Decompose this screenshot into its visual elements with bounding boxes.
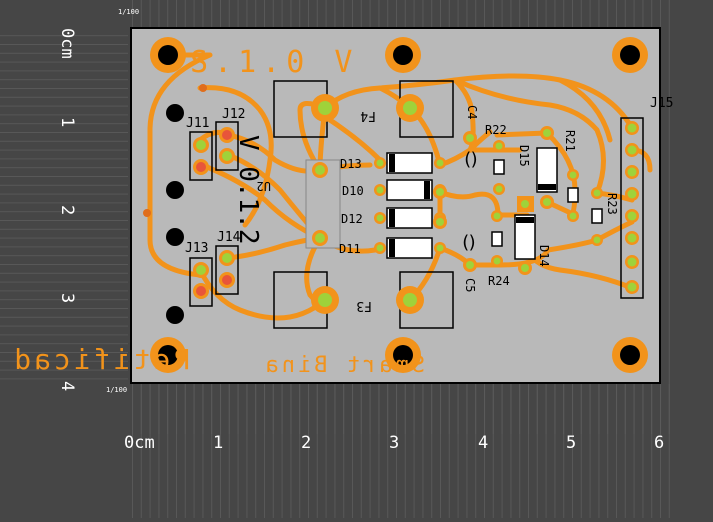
label-d15: D15 <box>517 145 531 167</box>
y-axis-unit: 0cm <box>57 28 77 59</box>
label-j11: J11 <box>186 116 209 131</box>
label-r24: R24 <box>488 274 510 288</box>
x-tick-6: 6 <box>654 433 664 453</box>
x-tick-5: 5 <box>566 433 576 453</box>
connector-j11: J11 <box>186 116 213 181</box>
label-r22: R22 <box>485 123 507 137</box>
y-tick-2: 2 <box>57 205 77 215</box>
label-u2: U2 <box>257 179 271 193</box>
svg-text:): ) <box>467 232 478 253</box>
label-j14: J14 <box>217 230 241 245</box>
label-j13: J13 <box>185 241 208 256</box>
label-d13: D13 <box>340 157 362 171</box>
label-f4: F4 <box>360 108 376 123</box>
label-r23: R23 <box>605 193 619 215</box>
y-tick-1: 1 <box>57 117 77 127</box>
label-c5: C5 <box>463 278 477 292</box>
x-tick-2: 2 <box>301 433 311 453</box>
label-r21: R21 <box>563 130 577 152</box>
pcb-canvas: 1/100 1/100 0cm 1 2 3 4 5 6 0cm 1 2 3 4 <box>0 0 713 518</box>
x-tick-1: 1 <box>213 433 223 453</box>
svg-text:): ) <box>469 149 480 170</box>
scale-label-top: 1/100 <box>118 8 139 16</box>
x-tick-4: 4 <box>478 433 488 453</box>
pcb-viewer: 1/100 1/100 0cm 1 2 3 4 5 6 0cm 1 2 3 4 <box>0 0 713 518</box>
label-d14: D14 <box>537 245 551 267</box>
x-tick-3: 3 <box>389 433 399 453</box>
label-d11: D11 <box>339 242 361 256</box>
copper-text-bottom-left: Retificad <box>11 343 190 376</box>
label-j12: J12 <box>222 107 245 122</box>
label-c4: C4 <box>465 105 479 119</box>
copper-text-bottom-right: Smart Bina <box>263 353 425 378</box>
y-tick-3: 3 <box>57 293 77 303</box>
pcb-board <box>130 27 661 384</box>
label-d12: D12 <box>341 212 363 226</box>
label-d10: D10 <box>342 184 364 198</box>
copper-text-top: S.1.0 V <box>190 45 358 80</box>
x-axis-unit: 0cm <box>124 433 155 453</box>
label-j15: J15 <box>650 96 673 111</box>
y-tick-4: 4 <box>57 381 77 391</box>
scale-label-bottom: 1/100 <box>106 386 127 394</box>
label-f3: F3 <box>356 298 372 313</box>
